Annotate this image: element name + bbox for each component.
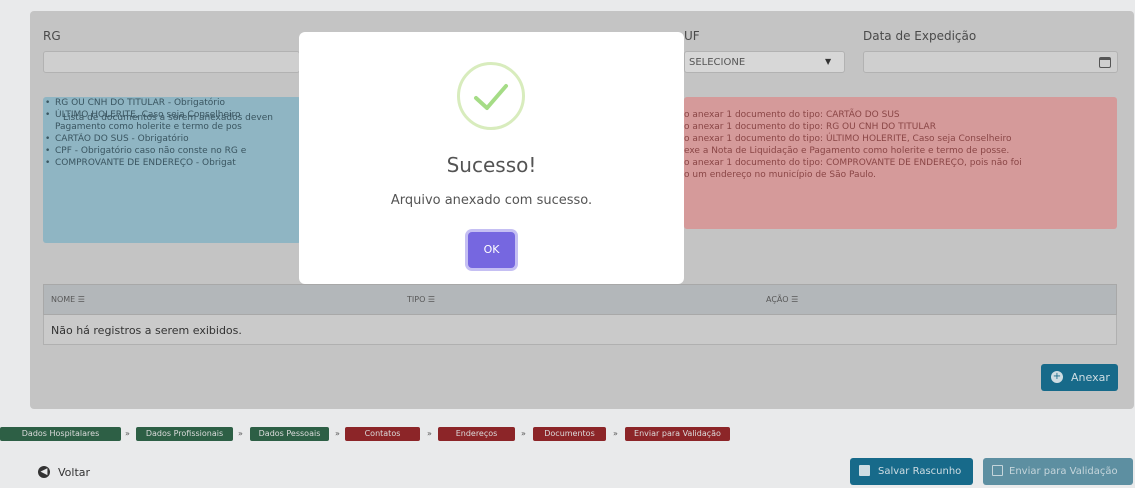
- save-icon: [859, 465, 870, 476]
- anexar-button[interactable]: + Anexar: [1041, 364, 1118, 391]
- enviar-validacao-button[interactable]: Enviar para Validação: [983, 458, 1133, 485]
- step-separator: »: [613, 429, 618, 438]
- voltar-label: Voltar: [58, 466, 91, 479]
- anexar-label: Anexar: [1071, 371, 1110, 384]
- required-documents-list: RG OU CNH DO TITULAR - Obrigatório ÚLTIM…: [43, 97, 279, 169]
- list-item: COMPROVANTE DE ENDEREÇO - Obrigat: [43, 157, 279, 169]
- sort-icon: ☰: [791, 295, 799, 304]
- missing-documents-alert: o anexar 1 documento do tipo: CARTÃO DO …: [684, 97, 1117, 229]
- modal-title: Sucesso!: [446, 153, 537, 177]
- step-separator: »: [125, 429, 130, 438]
- step-contatos[interactable]: Contatos: [345, 427, 420, 441]
- rg-label: RG: [43, 29, 61, 43]
- step-enviar-validacao[interactable]: Enviar para Validação: [625, 427, 730, 441]
- success-modal: Sucesso! Arquivo anexado com sucesso. OK: [299, 32, 684, 284]
- uf-select[interactable]: SELECIONE ▼: [684, 51, 845, 73]
- sort-icon: ☰: [427, 295, 436, 304]
- arrow-left-circle-icon: ◀: [38, 466, 50, 478]
- list-item: CARTÃO DO SUS - Obrigatório: [43, 133, 279, 145]
- alert-line: o anexar 1 documento do tipo: RG OU CNH …: [684, 122, 936, 132]
- checkmark-icon: [457, 62, 525, 130]
- alert-line: o anexar 1 documento do tipo: COMPROVANT…: [684, 158, 1022, 168]
- sort-icon: ☰: [77, 295, 85, 304]
- documents-table-header: NOME ☰ TIPO ☰ AÇÃO ☰: [43, 284, 1117, 315]
- chevron-down-icon: ▼: [825, 57, 832, 66]
- alert-line: exe a Nota de Liquidação e Pagamento com…: [684, 146, 1010, 156]
- missing-documents-lines: o anexar 1 documento do tipo: CARTÃO DO …: [684, 109, 1022, 181]
- modal-message: Arquivo anexado com sucesso.: [390, 193, 593, 208]
- salvar-rascunho-button[interactable]: Salvar Rascunho: [850, 458, 973, 485]
- salvar-label: Salvar Rascunho: [878, 466, 962, 477]
- enviar-label: Enviar para Validação: [1009, 466, 1118, 477]
- list-item: CPF - Obrigatório caso não conste no RG …: [43, 145, 279, 157]
- wizard-steps: Dados Hospitalares » Dados Profissionais…: [0, 427, 760, 441]
- step-enderecos[interactable]: Endereços: [438, 427, 515, 441]
- column-header-acao[interactable]: AÇÃO ☰: [766, 295, 798, 304]
- list-item: ÚLTIMO HOLERITE, Caso seja Conselheiro P…: [43, 109, 279, 133]
- table-row: Não há registros a serem exibidos.: [43, 315, 1117, 345]
- list-item: RG OU CNH DO TITULAR - Obrigatório: [43, 97, 279, 109]
- ok-button[interactable]: OK: [468, 232, 515, 268]
- step-dados-profissionais[interactable]: Dados Profissionais: [136, 427, 233, 441]
- alert-line: o anexar 1 documento do tipo: ÚLTIMO HOL…: [684, 134, 1012, 144]
- uf-selected-value: SELECIONE: [689, 57, 746, 68]
- external-link-icon: [992, 465, 1003, 476]
- empty-table-message: Não há registros a serem exibidos.: [51, 324, 242, 337]
- data-expedicao-label: Data de Expedição: [863, 29, 977, 43]
- column-header-tipo[interactable]: TIPO ☰: [407, 295, 435, 304]
- required-documents-alert: Lista de documentos a serem anexados dev…: [43, 97, 301, 243]
- step-separator: »: [238, 429, 243, 438]
- alert-line: o anexar 1 documento do tipo: CARTÃO DO …: [684, 110, 900, 120]
- uf-label: UF: [684, 29, 700, 43]
- step-separator: »: [427, 429, 432, 438]
- rg-input[interactable]: [43, 51, 300, 73]
- step-separator: »: [335, 429, 340, 438]
- data-expedicao-input[interactable]: [863, 51, 1118, 73]
- calendar-icon[interactable]: [1099, 57, 1111, 68]
- step-dados-hospitalares[interactable]: Dados Hospitalares: [0, 427, 121, 441]
- plus-circle-icon: +: [1051, 371, 1063, 383]
- column-header-nome[interactable]: NOME ☰: [51, 295, 85, 304]
- step-dados-pessoais[interactable]: Dados Pessoais: [250, 427, 329, 441]
- step-separator: »: [521, 429, 526, 438]
- step-documentos[interactable]: Documentos: [533, 427, 606, 441]
- alert-line: o um endereço no município de São Paulo.: [684, 170, 876, 180]
